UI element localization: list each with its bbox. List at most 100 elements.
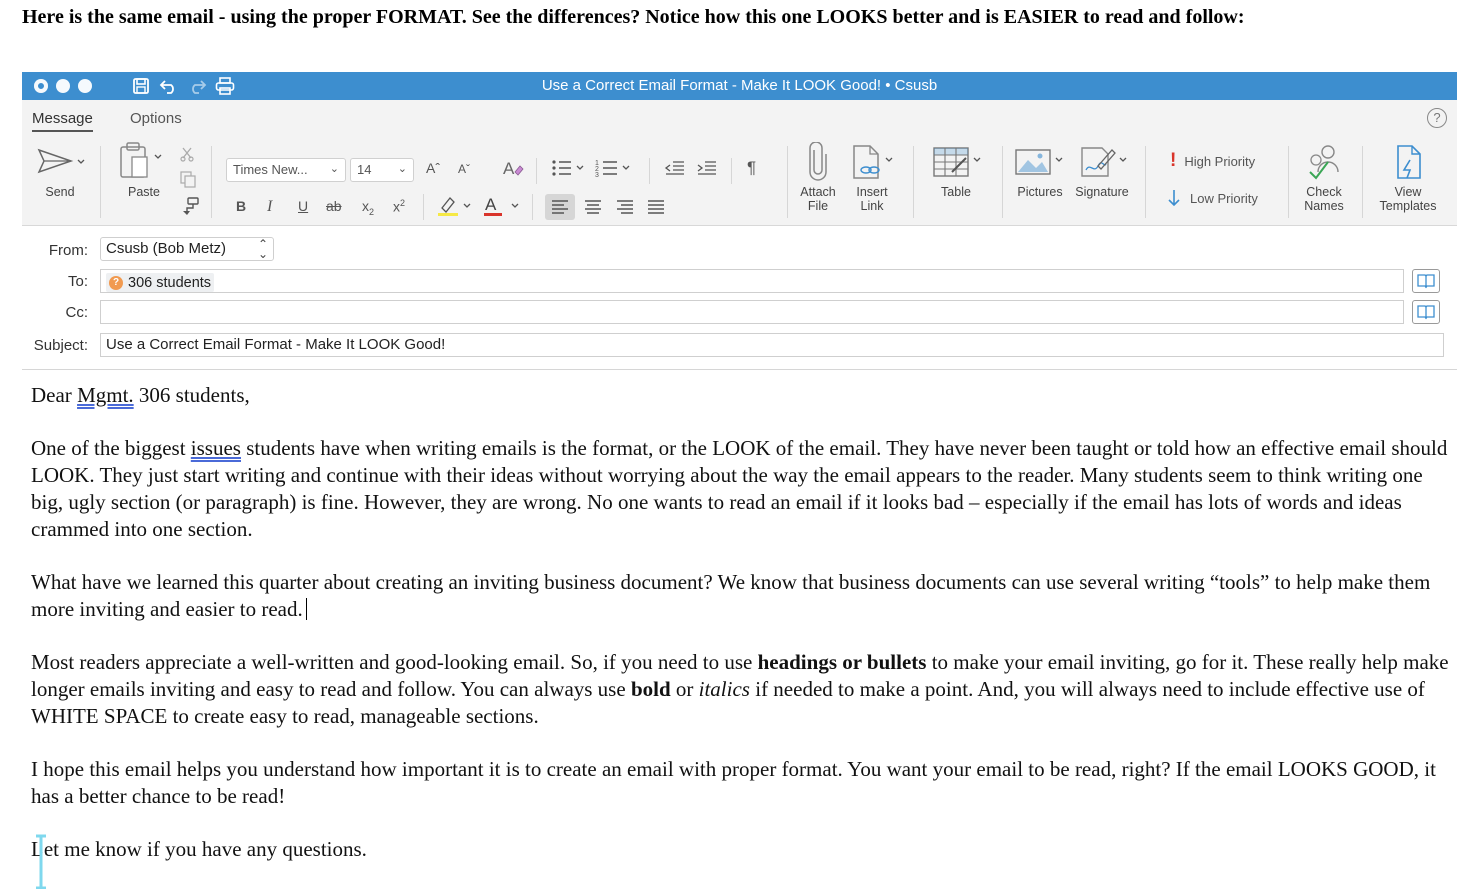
window-title: Use a Correct Email Format - Make It LOO… bbox=[541, 77, 938, 94]
templates-icon bbox=[1397, 145, 1421, 179]
view-templates-label-2: Templates bbox=[1379, 199, 1437, 213]
title-bar: Use a Correct Email Format - Make It LOO… bbox=[22, 72, 1457, 100]
picture-icon bbox=[1015, 149, 1063, 175]
attach-label-1: Attach bbox=[800, 185, 836, 199]
subject-field[interactable]: Use a Correct Email Format - Make It LOO… bbox=[100, 333, 1444, 357]
to-address-book-button[interactable] bbox=[1412, 269, 1440, 293]
ribbon-divider bbox=[1145, 146, 1146, 218]
check-names-icon bbox=[1309, 145, 1339, 180]
font-name-select[interactable]: Times New... ⌄ bbox=[226, 158, 346, 182]
align-right-icon bbox=[617, 200, 633, 214]
shrink-font-icon[interactable]: Aˇ bbox=[458, 162, 470, 176]
paragraph-1: One of the biggest issues students have … bbox=[31, 436, 1448, 541]
unresolved-icon: ? bbox=[109, 275, 123, 290]
attach-file-button[interactable]: Attach File bbox=[794, 141, 842, 213]
ibeam-cursor-icon bbox=[34, 834, 48, 889]
format-painter-icon[interactable] bbox=[178, 196, 200, 221]
recipient-label: 306 students bbox=[128, 274, 212, 291]
compose-window: Use a Correct Email Format - Make It LOO… bbox=[22, 72, 1457, 889]
attach-label-2: File bbox=[807, 199, 829, 213]
view-templates-button[interactable]: View Templates bbox=[1372, 142, 1444, 213]
copy-icon[interactable] bbox=[179, 170, 197, 193]
align-right-button[interactable] bbox=[610, 194, 640, 225]
svg-text:A: A bbox=[485, 195, 497, 214]
page-caption: Here is the same email - using the prope… bbox=[22, 6, 1245, 28]
ribbon-divider bbox=[731, 158, 732, 184]
low-priority-icon bbox=[1168, 190, 1180, 207]
bullets-icon[interactable] bbox=[551, 158, 587, 181]
ribbon-divider bbox=[1362, 146, 1363, 218]
check-names-button[interactable]: Check Names bbox=[1296, 142, 1352, 213]
tab-options[interactable]: Options bbox=[130, 110, 182, 127]
bold-button[interactable]: B bbox=[236, 198, 246, 214]
justify-button[interactable] bbox=[641, 194, 671, 225]
ribbon-divider bbox=[100, 146, 101, 218]
pictures-button[interactable]: Pictures bbox=[1008, 142, 1072, 199]
ribbon-divider bbox=[211, 146, 212, 218]
from-value: Csusb (Bob Metz) bbox=[106, 240, 227, 257]
paragraph-5: Let me know if you have any questions. bbox=[31, 837, 367, 861]
grammar-flag: issues bbox=[190, 436, 241, 460]
show-formatting-icon[interactable]: ¶ bbox=[747, 158, 756, 178]
low-priority-button[interactable]: Low Priority bbox=[1166, 188, 1258, 208]
ribbon-divider bbox=[1288, 146, 1289, 218]
justify-icon bbox=[648, 200, 664, 214]
send-button[interactable]: Send bbox=[32, 144, 88, 199]
italic-button[interactable]: I bbox=[267, 198, 272, 216]
cc-address-book-button[interactable] bbox=[1412, 300, 1440, 324]
font-size-select[interactable]: 14 ⌄ bbox=[350, 158, 414, 182]
align-center-button[interactable] bbox=[578, 194, 608, 225]
link-document-icon bbox=[853, 145, 893, 179]
help-icon[interactable]: ? bbox=[1427, 108, 1447, 128]
clear-formatting-icon[interactable]: A bbox=[502, 158, 524, 181]
high-priority-icon: ! bbox=[1170, 150, 1177, 171]
paste-button[interactable]: Paste bbox=[114, 140, 174, 199]
chevron-down-icon: ⌄ bbox=[397, 163, 407, 175]
align-left-button[interactable] bbox=[545, 194, 575, 220]
increase-indent-icon[interactable] bbox=[696, 158, 718, 181]
ribbon-divider bbox=[1002, 146, 1003, 218]
table-button[interactable]: Table bbox=[924, 142, 988, 199]
insert-label-1: Insert bbox=[856, 185, 888, 199]
to-field[interactable]: ? 306 students bbox=[100, 269, 1404, 293]
decrease-indent-icon[interactable] bbox=[664, 158, 686, 181]
table-label: Table bbox=[941, 185, 971, 199]
headers-divider bbox=[22, 369, 1457, 370]
align-left-icon bbox=[552, 200, 568, 214]
numbering-icon[interactable]: 123 bbox=[595, 158, 635, 181]
subscript-button[interactable]: x2 bbox=[362, 198, 374, 217]
send-icon bbox=[37, 148, 85, 174]
text-cursor bbox=[305, 598, 307, 620]
underline-button[interactable]: U bbox=[298, 198, 308, 214]
cc-field[interactable] bbox=[100, 300, 1404, 324]
address-book-icon bbox=[1417, 305, 1435, 320]
ribbon-divider bbox=[423, 194, 424, 220]
high-priority-button[interactable]: ! High Priority bbox=[1170, 150, 1255, 172]
view-templates-label-1: View bbox=[1394, 185, 1422, 199]
font-color-icon[interactable]: A bbox=[482, 194, 522, 221]
paragraph-3: Most readers appreciate a well-written a… bbox=[31, 650, 1449, 728]
tab-message[interactable]: Message bbox=[32, 110, 93, 132]
high-priority-label: High Priority bbox=[1184, 153, 1256, 169]
align-center-icon bbox=[585, 200, 601, 214]
paperclip-icon bbox=[809, 141, 827, 181]
insert-link-button[interactable]: Insert Link bbox=[846, 142, 898, 213]
paragraph-2: What have we learned this quarter about … bbox=[31, 570, 1431, 621]
low-priority-label: Low Priority bbox=[1190, 190, 1258, 206]
ribbon-toolbar: Send Paste Times New... ⌄ 14 ⌄ Aˆ Aˇ A 1… bbox=[22, 136, 1457, 226]
highlight-icon[interactable] bbox=[436, 194, 474, 221]
signature-button[interactable]: Signature bbox=[1072, 142, 1132, 199]
message-headers: From: Csusb (Bob Metz) ⌃ ⌄ To: ? 306 stud… bbox=[22, 226, 1457, 370]
recipient-chip[interactable]: ? 306 students bbox=[106, 273, 215, 292]
cc-label: Cc: bbox=[65, 304, 89, 321]
strikethrough-button[interactable]: ab bbox=[326, 198, 342, 214]
font-name-value: Times New... bbox=[233, 162, 308, 177]
signature-label: Signature bbox=[1075, 185, 1129, 199]
email-body[interactable]: Dear Mgmt. 306 students, One of the bigg… bbox=[31, 382, 1451, 889]
from-select[interactable]: Csusb (Bob Metz) ⌃ ⌄ bbox=[100, 237, 274, 261]
grow-font-icon[interactable]: Aˆ bbox=[426, 160, 440, 176]
to-label: To: bbox=[67, 273, 88, 290]
cut-icon[interactable] bbox=[180, 146, 194, 167]
check-names-label-1: Check bbox=[1306, 185, 1342, 199]
superscript-button[interactable]: x2 bbox=[393, 198, 405, 215]
